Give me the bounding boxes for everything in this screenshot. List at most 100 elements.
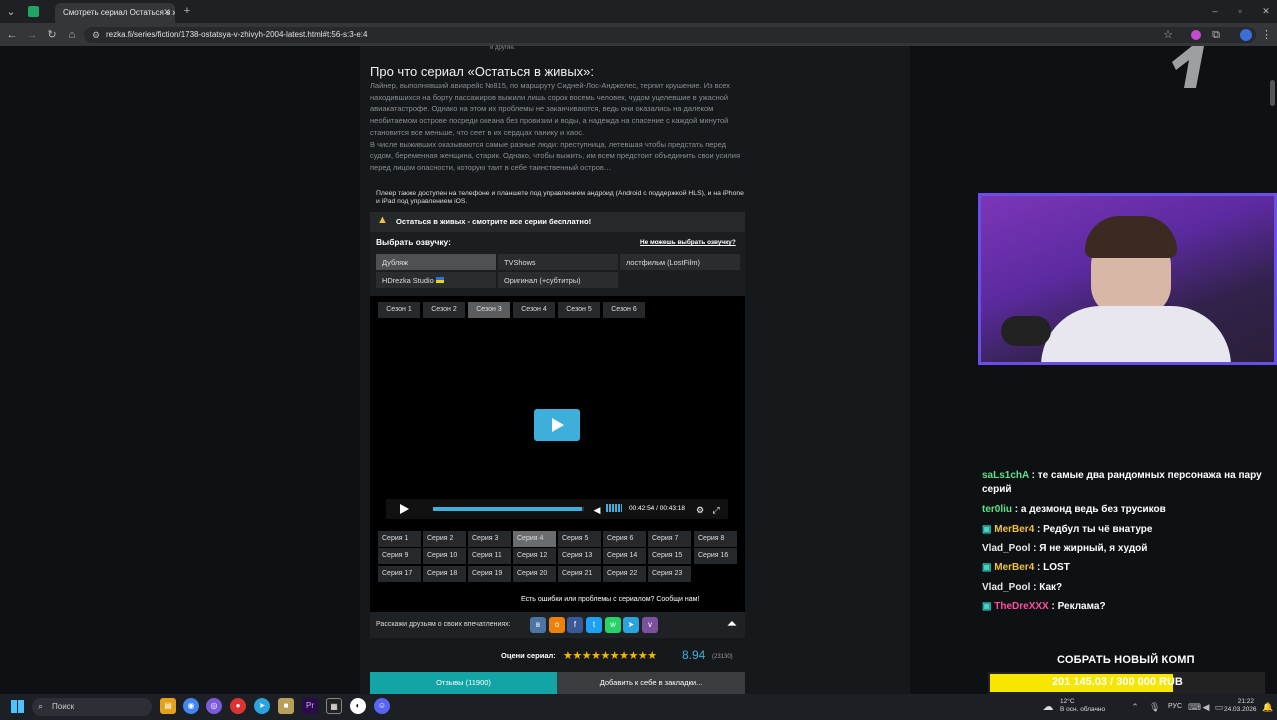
network-icon[interactable]: ⌨ xyxy=(1188,700,1201,714)
season-6[interactable]: Сезон 6 xyxy=(603,302,645,318)
sheets-icon[interactable] xyxy=(28,6,39,17)
video-player[interactable] xyxy=(370,296,745,612)
volume-bars[interactable] xyxy=(606,504,622,512)
minimize-icon[interactable]: – xyxy=(1209,4,1221,18)
page-scrollbar[interactable] xyxy=(1270,80,1275,106)
chat-username[interactable]: Vlad_Pool xyxy=(982,582,1030,593)
viber-icon[interactable]: v xyxy=(642,617,658,633)
clock[interactable]: 21:22 24.03.2026 xyxy=(1224,698,1257,714)
episode-2-button[interactable]: Серия 2 xyxy=(423,531,466,547)
episode-12-button[interactable]: Серия 12 xyxy=(513,548,556,564)
vk-icon[interactable]: в xyxy=(530,617,546,633)
taskbar-search[interactable]: ⌕ Поиск xyxy=(32,698,152,716)
season-5[interactable]: Сезон 5 xyxy=(558,302,600,318)
whatsapp-icon[interactable]: w xyxy=(605,617,621,633)
episode-13-button[interactable]: Серия 13 xyxy=(558,548,601,564)
reviews-tab[interactable]: Отзывы (11900) xyxy=(370,672,557,694)
close-tab-icon[interactable]: ✕ xyxy=(162,5,172,19)
voiceover-option-dub[interactable]: Дубляж xyxy=(376,254,496,270)
episode-1-button[interactable]: Серия 1 xyxy=(378,531,421,547)
season-4[interactable]: Сезон 4 xyxy=(513,302,555,318)
chrome-icon[interactable]: ◉ xyxy=(183,698,199,714)
reload-icon[interactable]: ↻ xyxy=(45,28,59,42)
play-button[interactable] xyxy=(534,409,580,441)
progress-track[interactable] xyxy=(433,507,584,511)
app-icon-3[interactable]: ■ xyxy=(278,698,294,714)
episode-5-button[interactable]: Серия 5 xyxy=(558,531,601,547)
chat-username[interactable]: MerBer4 xyxy=(994,562,1034,573)
premiere-icon[interactable]: Pr xyxy=(302,698,318,714)
episode-3-button[interactable]: Серия 3 xyxy=(468,531,511,547)
episode-9-button[interactable]: Серия 9 xyxy=(378,548,421,564)
browser-menu-icon[interactable]: ⋮ xyxy=(1261,28,1272,42)
language-indicator[interactable]: РУС xyxy=(1168,703,1182,710)
twitter-icon[interactable]: t xyxy=(586,617,602,633)
chat-username[interactable]: TheDreXXX xyxy=(994,601,1048,612)
voiceover-option-hdrezka[interactable]: HDrezka Studio xyxy=(376,272,496,288)
tab-menu-icon[interactable]: ⌄ xyxy=(4,5,18,19)
new-tab-icon[interactable]: + xyxy=(181,4,193,18)
chat-username[interactable]: ter0liu xyxy=(982,504,1012,515)
tray-chevron-icon[interactable]: ⌃ xyxy=(1130,700,1140,714)
rating-stars[interactable]: ★★★★★★★★★★ xyxy=(563,649,657,662)
scroll-top-icon[interactable]: ⏶ xyxy=(724,617,740,631)
windows-start-icon[interactable] xyxy=(11,700,24,713)
season-3[interactable]: Сезон 3 xyxy=(468,302,510,318)
episode-8-button[interactable]: Серия 8 xyxy=(694,531,737,547)
bookmark-star-icon[interactable]: ☆ xyxy=(1162,28,1174,42)
extension-icon[interactable] xyxy=(1191,30,1201,40)
weather-widget[interactable]: 12°C В осн. облачно xyxy=(1060,698,1105,714)
episode-21-button[interactable]: Серия 21 xyxy=(558,566,601,582)
back-icon[interactable]: ← xyxy=(5,28,19,42)
ok-icon[interactable]: о xyxy=(549,617,565,633)
episode-6-button[interactable]: Серия 6 xyxy=(603,531,646,547)
episode-14-button[interactable]: Серия 14 xyxy=(603,548,646,564)
browser-tab[interactable]: Смотреть сериал Остаться в ж xyxy=(55,3,175,23)
voiceover-option-lostfilm[interactable]: лостфильм (LostFilm) xyxy=(620,254,740,270)
maximize-icon[interactable]: ▫ xyxy=(1234,4,1246,18)
bookmark-tab[interactable]: Добавить к себе в закладки... xyxy=(557,672,745,694)
voiceover-option-original[interactable]: Оригинал (+субтитры) xyxy=(498,272,618,288)
episode-4-button[interactable]: Серия 4 xyxy=(513,531,556,547)
fullscreen-icon[interactable]: ⤢ xyxy=(710,503,722,517)
episode-16-button[interactable]: Серия 16 xyxy=(694,548,737,564)
discord-icon[interactable]: ☺ xyxy=(374,698,390,714)
notifications-icon[interactable]: 🔔 xyxy=(1262,700,1273,714)
home-icon[interactable]: ⌂ xyxy=(65,28,79,42)
season-1[interactable]: Сезон 1 xyxy=(378,302,420,318)
voiceover-help-link[interactable]: Не можешь выбрать озвучку? xyxy=(640,239,736,246)
report-link[interactable]: Есть ошибки или проблемы с сериалом? Соо… xyxy=(521,596,699,603)
weather-icon[interactable]: ☁ xyxy=(1040,700,1056,714)
forward-icon[interactable]: → xyxy=(25,28,39,42)
close-window-icon[interactable]: ✕ xyxy=(1260,4,1272,18)
episode-15-button[interactable]: Серия 15 xyxy=(648,548,691,564)
app-icon-4[interactable]: ▦ xyxy=(326,698,342,714)
volume-icon[interactable]: ◀ xyxy=(592,503,602,517)
chat-username[interactable]: saLs1chA xyxy=(982,470,1029,481)
obs-icon[interactable]: ◐ xyxy=(350,698,366,714)
episode-23-button[interactable]: Серия 23 xyxy=(648,566,691,582)
profile-avatar[interactable] xyxy=(1240,29,1252,41)
episode-7-button[interactable]: Серия 7 xyxy=(648,531,691,547)
episode-22-button[interactable]: Серия 22 xyxy=(603,566,646,582)
file-explorer-icon[interactable]: ▤ xyxy=(160,698,176,714)
episode-11-button[interactable]: Серия 11 xyxy=(468,548,511,564)
telegram-taskbar-icon[interactable]: ➤ xyxy=(254,698,270,714)
app-icon-2[interactable]: ● xyxy=(230,698,246,714)
extensions-puzzle-icon[interactable]: ⧉ xyxy=(1210,28,1222,42)
episode-10-button[interactable]: Серия 10 xyxy=(423,548,466,564)
season-2[interactable]: Сезон 2 xyxy=(423,302,465,318)
episode-19-button[interactable]: Серия 19 xyxy=(468,566,511,582)
episode-17-button[interactable]: Серия 17 xyxy=(378,566,421,582)
episode-20-button[interactable]: Серия 20 xyxy=(513,566,556,582)
voiceover-option-tvshows[interactable]: TVShows xyxy=(498,254,618,270)
episode-18-button[interactable]: Серия 18 xyxy=(423,566,466,582)
chat-username[interactable]: Vlad_Pool xyxy=(982,543,1030,554)
site-info-icon[interactable]: ⚙ xyxy=(90,28,102,42)
telegram-icon[interactable]: ➤ xyxy=(623,617,639,633)
speaker-icon[interactable]: ◀ xyxy=(1201,700,1211,714)
settings-gear-icon[interactable]: ⚙ xyxy=(694,503,706,517)
chat-username[interactable]: MerBer4 xyxy=(994,524,1034,535)
battery-icon[interactable]: ▭ xyxy=(1214,700,1224,714)
control-play-icon[interactable] xyxy=(400,504,409,514)
